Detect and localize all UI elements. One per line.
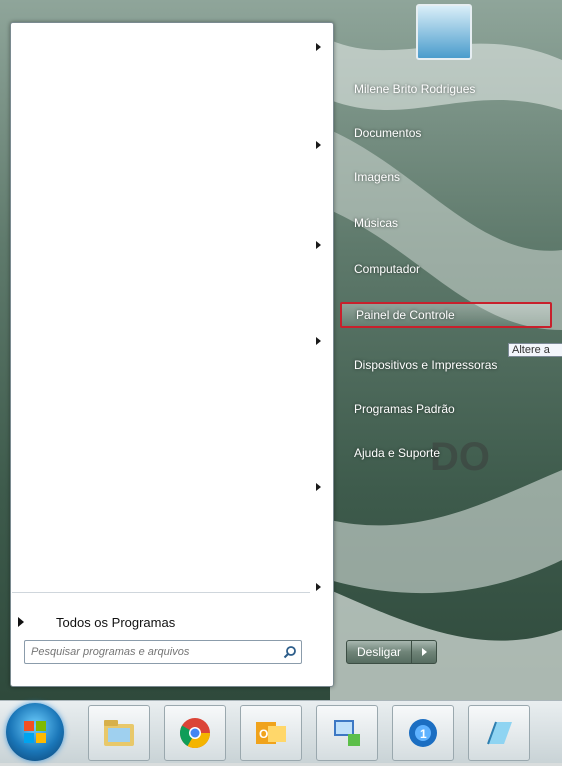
all-programs-label: Todos os Programas xyxy=(56,614,176,630)
right-item-computer[interactable]: Computador xyxy=(340,256,552,282)
network-icon[interactable] xyxy=(316,705,378,761)
file-explorer-icon[interactable] xyxy=(88,705,150,761)
shutdown-control: Desligar xyxy=(346,640,438,664)
start-menu-left-pane xyxy=(10,22,334,687)
tooltip: Altere a xyxy=(508,343,562,357)
menu-separator xyxy=(12,592,310,593)
right-item-user[interactable]: Milene Brito Rodrigues xyxy=(340,76,552,102)
right-item-documents[interactable]: Documentos xyxy=(340,120,552,146)
notepad-icon[interactable] xyxy=(468,705,530,761)
expand-arrow-icon xyxy=(18,617,24,627)
search-input[interactable] xyxy=(25,641,279,663)
submenu-arrow-icon[interactable] xyxy=(316,141,321,149)
chevron-right-icon xyxy=(421,648,427,656)
taskbar: O 1 xyxy=(0,700,562,763)
right-item-help-support[interactable]: Ajuda e Suporte xyxy=(340,440,552,466)
right-item-control-panel[interactable]: Painel de Controle xyxy=(340,302,552,328)
user-avatar[interactable] xyxy=(416,4,472,60)
submenu-arrow-icon[interactable] xyxy=(316,583,321,591)
app-icon[interactable]: 1 xyxy=(392,705,454,761)
svg-text:O: O xyxy=(259,727,268,741)
submenu-arrow-icon[interactable] xyxy=(316,241,321,249)
right-item-music[interactable]: Músicas xyxy=(340,210,552,236)
shutdown-options-button[interactable] xyxy=(412,640,438,664)
outlook-icon[interactable]: O xyxy=(240,705,302,761)
right-item-pictures[interactable]: Imagens xyxy=(340,164,552,190)
svg-text:1: 1 xyxy=(420,727,427,741)
submenu-arrow-icon[interactable] xyxy=(316,43,321,51)
search-box[interactable] xyxy=(24,640,302,664)
chrome-icon[interactable] xyxy=(164,705,226,761)
all-programs-button[interactable]: Todos os Programas xyxy=(18,613,258,631)
submenu-arrow-icon[interactable] xyxy=(316,483,321,491)
submenu-arrow-icon[interactable] xyxy=(316,337,321,345)
start-orb-icon[interactable] xyxy=(6,703,64,761)
search-icon[interactable] xyxy=(279,642,301,662)
shutdown-button[interactable]: Desligar xyxy=(346,640,413,664)
right-item-default-programs[interactable]: Programas Padrão xyxy=(340,396,552,422)
